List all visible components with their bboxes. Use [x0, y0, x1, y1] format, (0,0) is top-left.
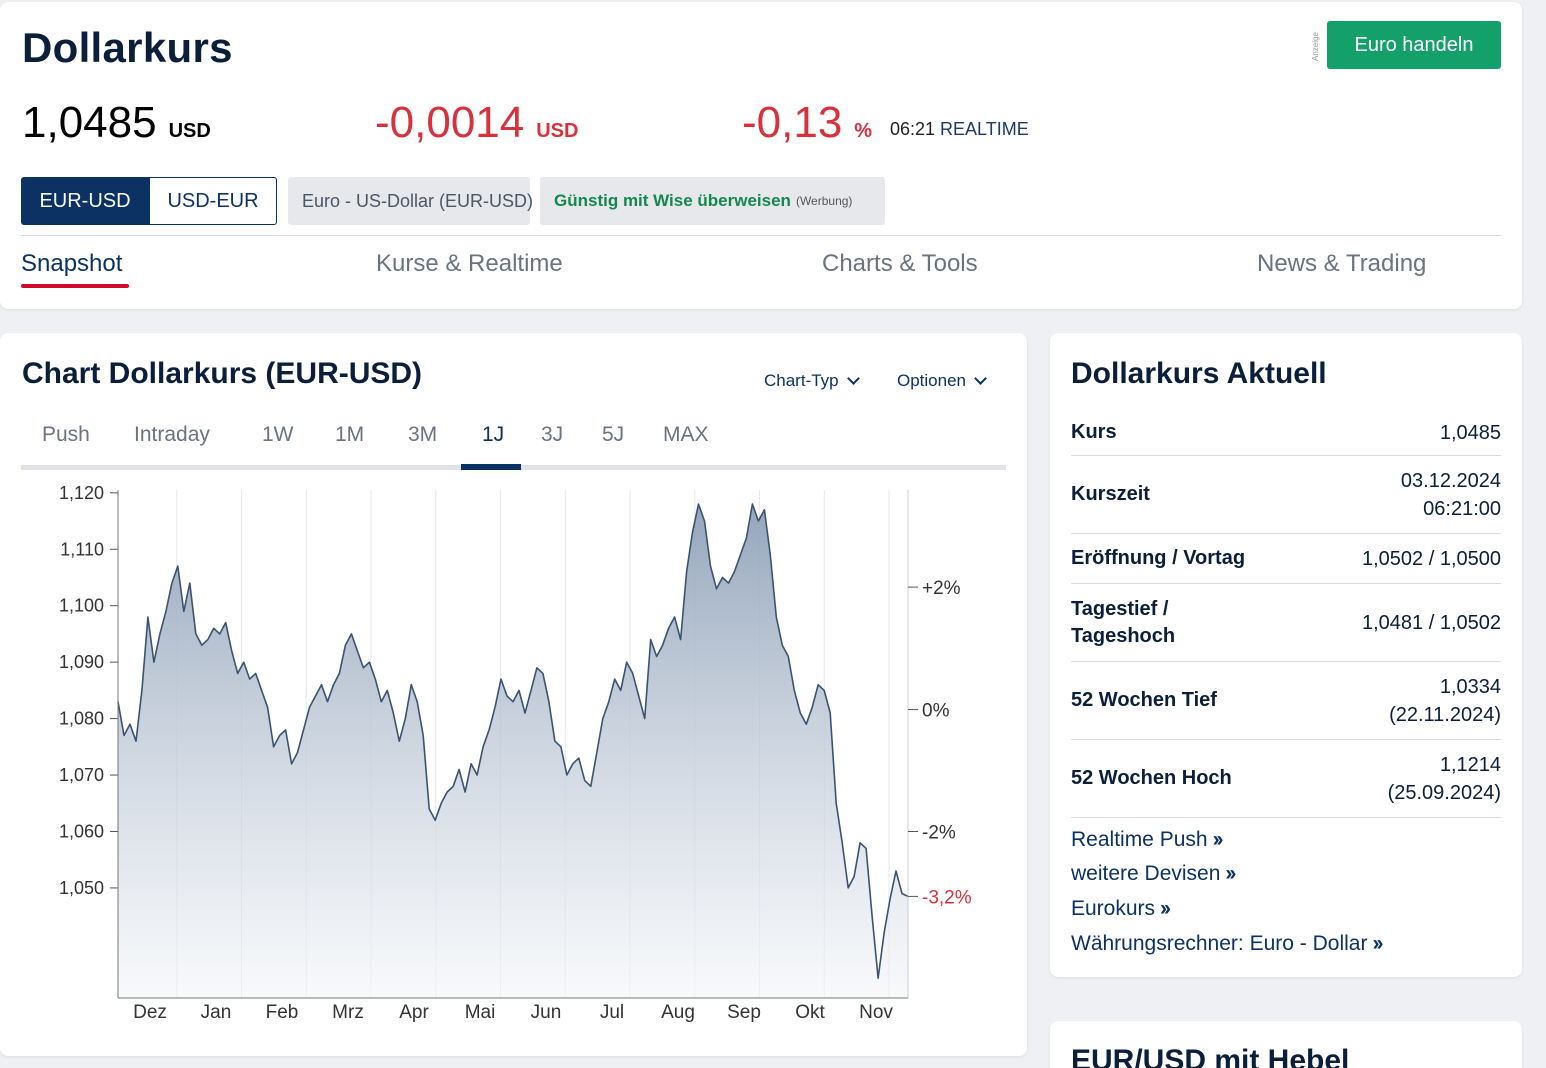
- range-push[interactable]: Push: [42, 423, 90, 447]
- current-pct-label: -3,2%: [922, 887, 972, 908]
- tab-news-trading[interactable]: News & Trading: [1257, 250, 1426, 278]
- row-52w-hoch: 52 Wochen Hoch 1,1214 (25.09.2024): [1071, 740, 1501, 818]
- realtime-label: REALTIME: [940, 119, 1029, 139]
- side-title: Dollarkurs Aktuell: [1071, 357, 1327, 390]
- range-max[interactable]: MAX: [663, 423, 709, 447]
- page-title: Dollarkurs: [22, 24, 233, 71]
- link-eurokurs[interactable]: Eurokurs ››: [1071, 897, 1171, 921]
- x-tick-label: Sep: [727, 1002, 761, 1023]
- change-pct-value: -0,13: [742, 98, 843, 147]
- y-tick-label: 1,060: [59, 821, 104, 841]
- y-tick-label: 1,090: [59, 652, 104, 672]
- link-weitere-devisen[interactable]: weitere Devisen ››: [1071, 862, 1236, 886]
- instrument-name-pill[interactable]: Euro - US-Dollar (EUR-USD): [288, 177, 533, 225]
- range-1j[interactable]: 1J: [482, 423, 504, 447]
- y-tick-label: 1,120: [59, 483, 104, 503]
- row-label: 52 Wochen Tief: [1071, 689, 1217, 711]
- range-1w[interactable]: 1W: [262, 423, 294, 447]
- price-unit: USD: [168, 120, 211, 142]
- row-52w-tief: 52 Wochen Tief 1,0334 (22.11.2024): [1071, 662, 1501, 740]
- row-label: 52 Wochen Hoch: [1071, 767, 1232, 789]
- options-label: Optionen: [897, 371, 966, 390]
- price-chart[interactable]: 1,120 1,110 1,100 1,090 1,080 1,070 1,060 1,050…: [0, 470, 1027, 1030]
- double-chevron-right-icon: ››: [1212, 828, 1224, 851]
- x-tick-label: Aug: [661, 1002, 695, 1023]
- row-value: 1,0502 / 1,0500: [1361, 547, 1501, 570]
- x-tick-label: Okt: [795, 1002, 825, 1023]
- change-value: -0,0014: [375, 98, 525, 147]
- wise-ad-label: (Werbung): [795, 194, 853, 208]
- range-1m[interactable]: 1M: [335, 423, 364, 447]
- row-label: Tagestief / Tageshoch: [1071, 597, 1176, 647]
- link-waehrungsrechner[interactable]: Währungsrechner: Euro - Dollar ››: [1071, 932, 1383, 956]
- pct-tick-label: -2%: [922, 822, 956, 843]
- row-kurszeit: Kurszeit 03.12.2024 06:21:00: [1071, 456, 1501, 534]
- euro-handeln-button[interactable]: Euro handeln: [1327, 21, 1501, 69]
- row-value: 1,0481 / 1,0502: [1361, 611, 1501, 634]
- range-5j[interactable]: 5J: [602, 423, 624, 447]
- x-tick-label: Apr: [399, 1002, 429, 1023]
- x-tick-label: Mrz: [332, 1002, 364, 1023]
- ad-label: Anzeige: [1311, 32, 1320, 62]
- pair-toggle: EUR-USD USD-EUR: [21, 177, 277, 225]
- chevron-down-icon: [974, 372, 987, 385]
- pct-tick-label: +2%: [922, 578, 961, 599]
- y-tick-label: 1,100: [59, 596, 104, 616]
- row-label: Kurszeit: [1071, 483, 1150, 505]
- double-chevron-right-icon: ››: [1372, 932, 1383, 955]
- chevron-down-icon: [846, 372, 860, 385]
- row-kurs: Kurs 1,0485: [1071, 410, 1501, 456]
- options-dropdown[interactable]: Optionen: [897, 371, 987, 391]
- x-tick-label: Mai: [465, 1002, 496, 1023]
- row-value: 1,1214 (25.09.2024): [1387, 753, 1501, 804]
- range-intraday[interactable]: Intraday: [134, 423, 210, 447]
- y-tick-label: 1,080: [59, 709, 104, 729]
- pair-usd-eur-button[interactable]: USD-EUR: [149, 177, 277, 225]
- tab-snapshot[interactable]: Snapshot: [21, 250, 122, 278]
- chart-type-dropdown[interactable]: Chart-Typ: [764, 371, 860, 391]
- quote-time: 06:21 REALTIME: [890, 119, 1029, 140]
- x-tick-label: Feb: [266, 1002, 299, 1023]
- header-divider: [21, 235, 1501, 236]
- change-unit: USD: [536, 120, 579, 142]
- change-pct-unit: %: [854, 120, 873, 142]
- tab-kurse-realtime[interactable]: Kurse & Realtime: [376, 250, 563, 278]
- y-tick-label: 1,110: [60, 539, 104, 559]
- row-label: Eröffnung / Vortag: [1071, 547, 1246, 569]
- x-tick-label: Jun: [531, 1002, 562, 1023]
- row-eroeffnung: Eröffnung / Vortag 1,0502 / 1,0500: [1071, 534, 1501, 584]
- tab-charts-tools[interactable]: Charts & Tools: [822, 250, 978, 278]
- price-value: 1,0485: [22, 98, 157, 147]
- change-quote: -0,0014 USD: [375, 98, 578, 148]
- range-3m[interactable]: 3M: [408, 423, 437, 447]
- x-tick-label: Jul: [600, 1002, 624, 1023]
- chart-title: Chart Dollarkurs (EUR-USD): [22, 357, 423, 390]
- x-tick-label: Nov: [859, 1002, 893, 1023]
- wise-label: Günstig mit Wise überweisen: [554, 191, 791, 210]
- pct-tick-label: 0%: [922, 701, 950, 722]
- hebel-title: EUR/USD mit Hebel: [1071, 1044, 1350, 1068]
- x-tick-label: Dez: [133, 1002, 167, 1023]
- pair-eur-usd-button[interactable]: EUR-USD: [21, 177, 149, 225]
- row-value: 1,0334 (22.11.2024): [1389, 675, 1501, 726]
- wise-ad-pill[interactable]: Günstig mit Wise überweisen (Werbung): [540, 177, 885, 225]
- chart-type-label: Chart-Typ: [764, 371, 839, 390]
- row-label: Kurs: [1071, 421, 1117, 443]
- change-pct-quote: -0,13 %: [742, 98, 872, 148]
- active-tab-underline: [21, 284, 129, 288]
- row-tagestief: Tagestief / Tageshoch 1,0481 / 1,0502: [1071, 584, 1501, 662]
- double-chevron-right-icon: ››: [1225, 862, 1236, 885]
- row-value: 1,0485: [1439, 421, 1501, 444]
- y-tick-label: 1,050: [59, 878, 104, 898]
- quote-time-value: 06:21: [890, 119, 936, 139]
- price-quote: 1,0485 USD: [22, 98, 211, 148]
- y-tick-label: 1,070: [59, 765, 104, 785]
- range-3j[interactable]: 3J: [541, 423, 563, 447]
- row-value: 03.12.2024 06:21:00: [1400, 469, 1501, 520]
- x-tick-label: Jan: [201, 1002, 232, 1023]
- link-realtime-push[interactable]: Realtime Push ››: [1071, 828, 1224, 852]
- double-chevron-right-icon: ››: [1160, 897, 1171, 920]
